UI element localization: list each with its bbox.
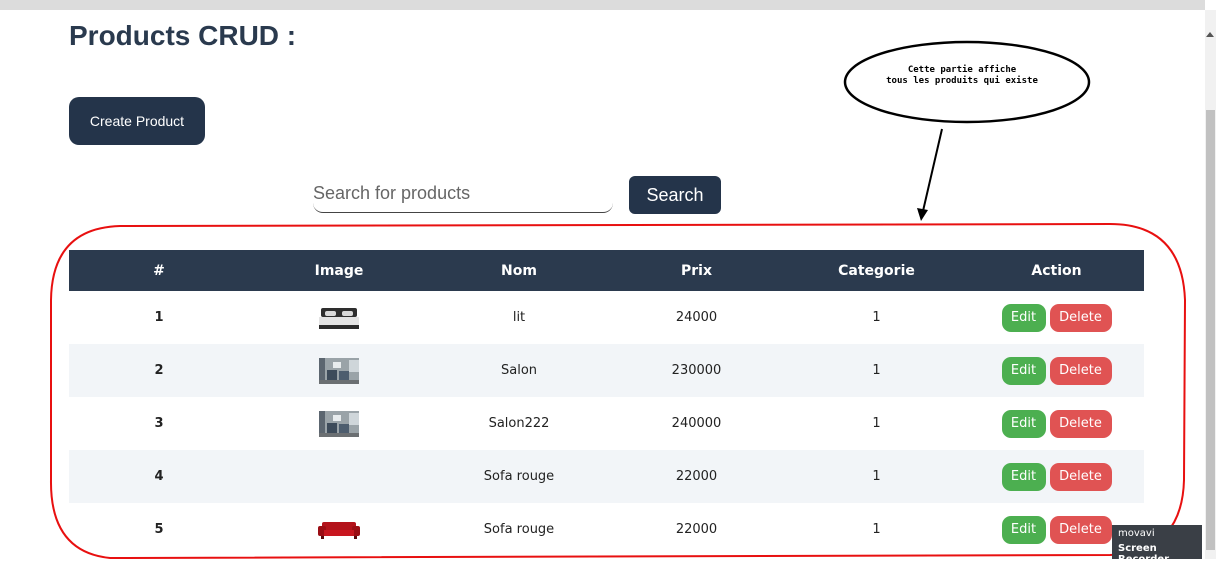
row-actions: Edit Delete <box>969 344 1144 397</box>
delete-button[interactable]: Delete <box>1049 462 1112 491</box>
column-header-index: # <box>153 262 165 279</box>
red-sofa-image <box>318 521 360 539</box>
living-room-image <box>319 357 359 384</box>
annotation-arrow-line <box>922 128 943 212</box>
row-image-cell <box>249 397 429 450</box>
bed-image <box>319 307 359 329</box>
row-actions: Edit Delete <box>969 450 1144 503</box>
products-table: # Image Nom Prix Categorie Action 1 lit … <box>69 250 1144 556</box>
row-index: 4 <box>154 469 164 484</box>
row-actions: Edit Delete <box>969 291 1144 344</box>
table-row: 2 Salon 230000 1 Edit Delete <box>69 344 1144 397</box>
delete-button[interactable]: Delete <box>1049 356 1112 385</box>
watermark-product: Screen Recorder <box>1118 543 1170 565</box>
row-categorie: 1 <box>872 310 881 325</box>
screen-recorder-watermark: movavi Screen Recorder <box>1112 525 1202 565</box>
row-image-cell <box>249 291 429 344</box>
row-nom: Salon222 <box>488 416 550 431</box>
delete-button[interactable]: Delete <box>1049 409 1112 438</box>
table-row: 3 Salon222 240000 1 Edit Delete <box>69 397 1144 450</box>
column-header-prix: Prix <box>681 262 712 279</box>
row-categorie: 1 <box>872 363 881 378</box>
row-nom: Salon <box>500 363 538 378</box>
page-title: Products CRUD : <box>69 20 297 51</box>
scroll-thumb[interactable] <box>1206 110 1215 550</box>
row-nom: Sofa rouge <box>483 469 555 484</box>
column-header-image: Image <box>314 262 364 279</box>
row-index: 2 <box>154 363 164 378</box>
table-row: 4 Sofa rouge 22000 1 Edit Delete <box>69 450 1144 503</box>
watermark-brand: movavi <box>1118 528 1155 539</box>
edit-button[interactable]: Edit <box>1001 462 1046 491</box>
delete-button[interactable]: Delete <box>1049 515 1112 544</box>
row-index: 5 <box>154 522 164 537</box>
column-header-categorie: Categorie <box>838 262 915 279</box>
row-prix: 24000 <box>675 310 718 325</box>
arrow-head-icon <box>917 208 928 221</box>
row-actions: Edit Delete <box>969 397 1144 450</box>
row-prix: 22000 <box>675 522 718 537</box>
table-row: 5 Sofa rouge 22000 1 Edit Delete <box>69 503 1144 556</box>
column-header-nom: Nom <box>501 262 537 279</box>
row-categorie: 1 <box>872 469 881 484</box>
search-button[interactable]: Search <box>629 176 721 214</box>
annotation-line-2: tous les produits qui existe <box>886 76 1038 86</box>
table-row: 1 lit 24000 1 Edit Delete <box>69 291 1144 344</box>
edit-button[interactable]: Edit <box>1001 356 1046 385</box>
scroll-up-arrow-icon[interactable] <box>1206 32 1214 37</box>
create-product-button[interactable]: Create Product <box>69 97 205 145</box>
table-header-row: # Image Nom Prix Categorie Action <box>69 250 1144 291</box>
row-index: 3 <box>154 416 164 431</box>
row-image-cell <box>249 450 429 503</box>
delete-button[interactable]: Delete <box>1049 303 1112 332</box>
edit-button[interactable]: Edit <box>1001 303 1046 332</box>
column-header-action: Action <box>1031 262 1082 279</box>
row-categorie: 1 <box>872 522 881 537</box>
row-prix: 22000 <box>675 469 718 484</box>
annotation-line-1: Cette partie affiche <box>907 65 1017 75</box>
row-nom: lit <box>512 310 526 325</box>
edit-button[interactable]: Edit <box>1001 409 1046 438</box>
row-nom: Sofa rouge <box>483 522 555 537</box>
row-categorie: 1 <box>872 416 881 431</box>
annotation-text: Cette partie affiche tous les produits q… <box>857 65 1067 87</box>
row-prix: 230000 <box>671 363 722 378</box>
vertical-scrollbar[interactable] <box>1205 10 1216 559</box>
browser-top-bar <box>0 0 1205 10</box>
row-index: 1 <box>154 310 164 325</box>
row-prix: 240000 <box>671 416 722 431</box>
search-input[interactable] <box>313 174 613 213</box>
edit-button[interactable]: Edit <box>1001 515 1046 544</box>
row-image-cell <box>249 344 429 397</box>
row-image-cell <box>249 503 429 556</box>
living-room-image <box>319 410 359 437</box>
